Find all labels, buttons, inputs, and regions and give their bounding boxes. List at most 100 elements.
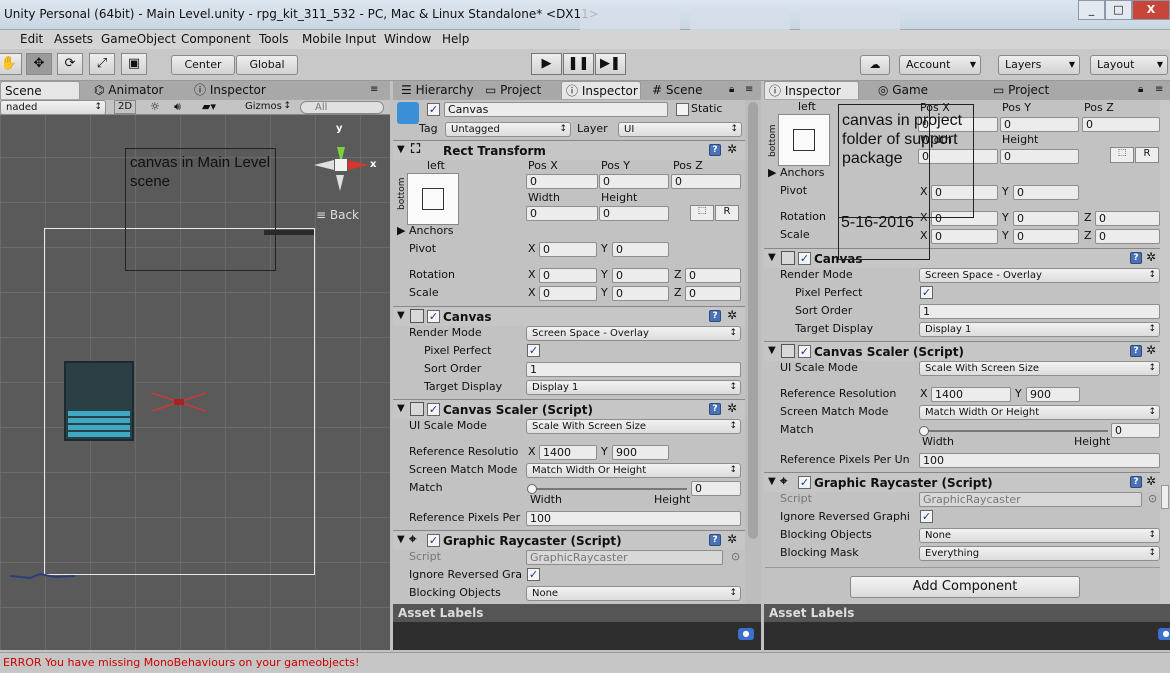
audio-icon[interactable]: 🔊︎ (174, 100, 181, 114)
panel-menu-icon[interactable]: ≡ (745, 84, 753, 95)
ref-resolution-y-field[interactable]: 900 (612, 445, 669, 460)
canvas-component-header[interactable]: ▼ ✓ Canvas ? ✲ (764, 248, 1160, 268)
2d-toggle[interactable]: 2D (114, 100, 136, 114)
menu-gameobject[interactable]: GameObject (101, 32, 176, 46)
pivot-y-field[interactable]: 0 (1013, 185, 1079, 200)
pos-y-field[interactable]: 0 (1000, 117, 1079, 132)
hand-tool-icon[interactable]: ✋ (0, 53, 22, 75)
back-link[interactable]: ≡ Back (316, 208, 359, 222)
panel-menu-icon[interactable]: ≡ (1155, 84, 1163, 95)
rotation-z-field[interactable]: 0 (1095, 211, 1160, 226)
object-name-field[interactable]: Canvas (444, 102, 668, 117)
component-enabled-checkbox[interactable]: ✓ (427, 310, 440, 323)
graphic-raycaster-header[interactable]: ▼ ⌖ ✓ Graphic Raycaster (Script) ? ✲ (393, 530, 745, 550)
help-icon[interactable]: ? (709, 534, 721, 546)
rect-tool-icon[interactable]: ▣ (121, 53, 147, 75)
pos-y-field[interactable]: 0 (599, 174, 669, 189)
anchor-preset-button[interactable] (778, 114, 830, 166)
pixel-perfect-checkbox[interactable]: ✓ (920, 286, 933, 299)
component-enabled-checkbox[interactable]: ✓ (798, 345, 811, 358)
close-button[interactable]: X (1132, 0, 1170, 20)
pivot-x-field[interactable]: 0 (539, 242, 597, 257)
panel-menu-icon[interactable]: ≡ (370, 84, 378, 95)
scrollbar[interactable] (1160, 100, 1170, 604)
minimize-button[interactable]: _ (1078, 0, 1105, 20)
blueprint-mode-button[interactable]: ⬚ (690, 205, 714, 221)
menu-component[interactable]: Component (181, 32, 251, 46)
canvas-scaler-header[interactable]: ▼ ✓ Canvas Scaler (Script) ? ✲ (764, 341, 1160, 361)
blueprint-mode-button[interactable]: ⬚ (1110, 147, 1134, 163)
pivot-global-button[interactable]: Global (236, 55, 298, 75)
light-icon[interactable]: ☼ (150, 100, 160, 113)
pixel-perfect-checkbox[interactable]: ✓ (527, 344, 540, 357)
image-icon[interactable]: ▰▾ (202, 100, 216, 113)
screen-match-mode-dropdown[interactable]: Match Width Or Height (526, 463, 741, 478)
cloud-icon[interactable]: ☁ (860, 55, 890, 75)
move-tool-icon[interactable]: ✥ (26, 53, 52, 75)
component-enabled-checkbox[interactable]: ✓ (427, 403, 440, 416)
tag-dropdown[interactable]: Untagged (445, 122, 571, 137)
tab-scene[interactable]: # Scene (648, 81, 718, 99)
gear-icon[interactable]: ✲ (727, 401, 737, 415)
gear-icon[interactable]: ✲ (1146, 343, 1156, 357)
pos-z-field[interactable]: 0 (671, 174, 741, 189)
scale-tool-icon[interactable]: ⤢ (89, 53, 115, 75)
match-value-field[interactable]: 0 (1111, 423, 1160, 438)
sort-order-field[interactable]: 1 (526, 362, 741, 377)
tab-project[interactable]: ▭ Project (989, 81, 1059, 99)
error-message[interactable]: ERROR You have missing MonoBehaviours on… (3, 656, 359, 669)
account-dropdown[interactable]: Account ▼ (899, 55, 981, 75)
scrollbar[interactable] (745, 100, 761, 604)
anchor-preset-button[interactable] (407, 173, 459, 225)
component-enabled-checkbox[interactable]: ✓ (427, 534, 440, 547)
match-slider-track[interactable] (531, 488, 687, 490)
pivot-y-field[interactable]: 0 (612, 242, 669, 257)
scene-view[interactable]: y x ≡ Back canvas in Main Level scene (0, 115, 390, 650)
rect-transform-header[interactable]: ▼ ⛶ Rect Transform ? ✲ (393, 140, 745, 160)
sort-order-field[interactable]: 1 (919, 304, 1160, 319)
tab-animator[interactable]: ⌬ Animator (90, 81, 170, 99)
scene-gizmo-icon[interactable]: y x (308, 123, 380, 203)
anchors-foldout[interactable]: ▶ Anchors (768, 166, 824, 179)
menu-help[interactable]: Help (442, 32, 469, 46)
gear-icon[interactable]: ✲ (1146, 474, 1156, 488)
tab-hierarchy[interactable]: ☰ Hierarchy (397, 81, 475, 99)
scrollbar-thumb[interactable] (1161, 485, 1169, 509)
gear-icon[interactable]: ✲ (727, 142, 737, 156)
gear-icon[interactable]: ✲ (1146, 250, 1156, 264)
graphic-raycaster-header[interactable]: ▼ ⌖ ✓ Graphic Raycaster (Script) ? ✲ (764, 472, 1160, 492)
ui-scale-mode-dropdown[interactable]: Scale With Screen Size (526, 419, 741, 434)
status-bar[interactable]: ERROR You have missing MonoBehaviours on… (0, 652, 1170, 673)
canvas-component-header[interactable]: ▼ ✓ Canvas ? ✲ (393, 306, 745, 326)
scale-x-field[interactable]: 0 (931, 229, 998, 244)
ignore-reversed-checkbox[interactable]: ✓ (920, 510, 933, 523)
pivot-center-button[interactable]: Center (171, 55, 235, 75)
layout-dropdown[interactable]: Layout ▼ (1090, 55, 1168, 75)
scale-y-field[interactable]: 0 (612, 286, 669, 301)
active-checkbox[interactable]: ✓ (427, 103, 440, 116)
width-field[interactable]: 0 (526, 206, 598, 221)
tab-scene[interactable]: Scene (0, 81, 80, 99)
tab-inspector[interactable]: ⓘ Inspector (561, 81, 641, 99)
help-icon[interactable]: ? (1130, 476, 1142, 488)
raw-edit-button[interactable]: R (715, 205, 739, 221)
tag-icon[interactable]: ● (738, 628, 754, 640)
menu-assets[interactable]: Assets (54, 32, 93, 46)
render-mode-dropdown[interactable]: Screen Space - Overlay (919, 268, 1160, 283)
target-display-dropdown[interactable]: Display 1 (526, 380, 741, 395)
ignore-reversed-checkbox[interactable]: ✓ (527, 568, 540, 581)
component-enabled-checkbox[interactable]: ✓ (798, 476, 811, 489)
rotation-x-field[interactable]: 0 (539, 268, 597, 283)
render-mode-dropdown[interactable]: Screen Space - Overlay (526, 326, 741, 341)
help-icon[interactable]: ? (1130, 252, 1142, 264)
pos-z-field[interactable]: 0 (1082, 117, 1160, 132)
component-enabled-checkbox[interactable]: ✓ (798, 252, 811, 265)
help-icon[interactable]: ? (709, 144, 721, 156)
tab-inspector[interactable]: ⓘ Inspector (190, 81, 270, 99)
scale-x-field[interactable]: 0 (539, 286, 597, 301)
object-picker-icon[interactable]: ⊙ (1148, 492, 1157, 505)
layers-dropdown[interactable]: Layers ▼ (998, 55, 1080, 75)
object-picker-icon[interactable]: ⊙ (731, 550, 740, 563)
ui-scale-mode-dropdown[interactable]: Scale With Screen Size (919, 361, 1160, 376)
match-slider-track[interactable] (924, 430, 1108, 432)
